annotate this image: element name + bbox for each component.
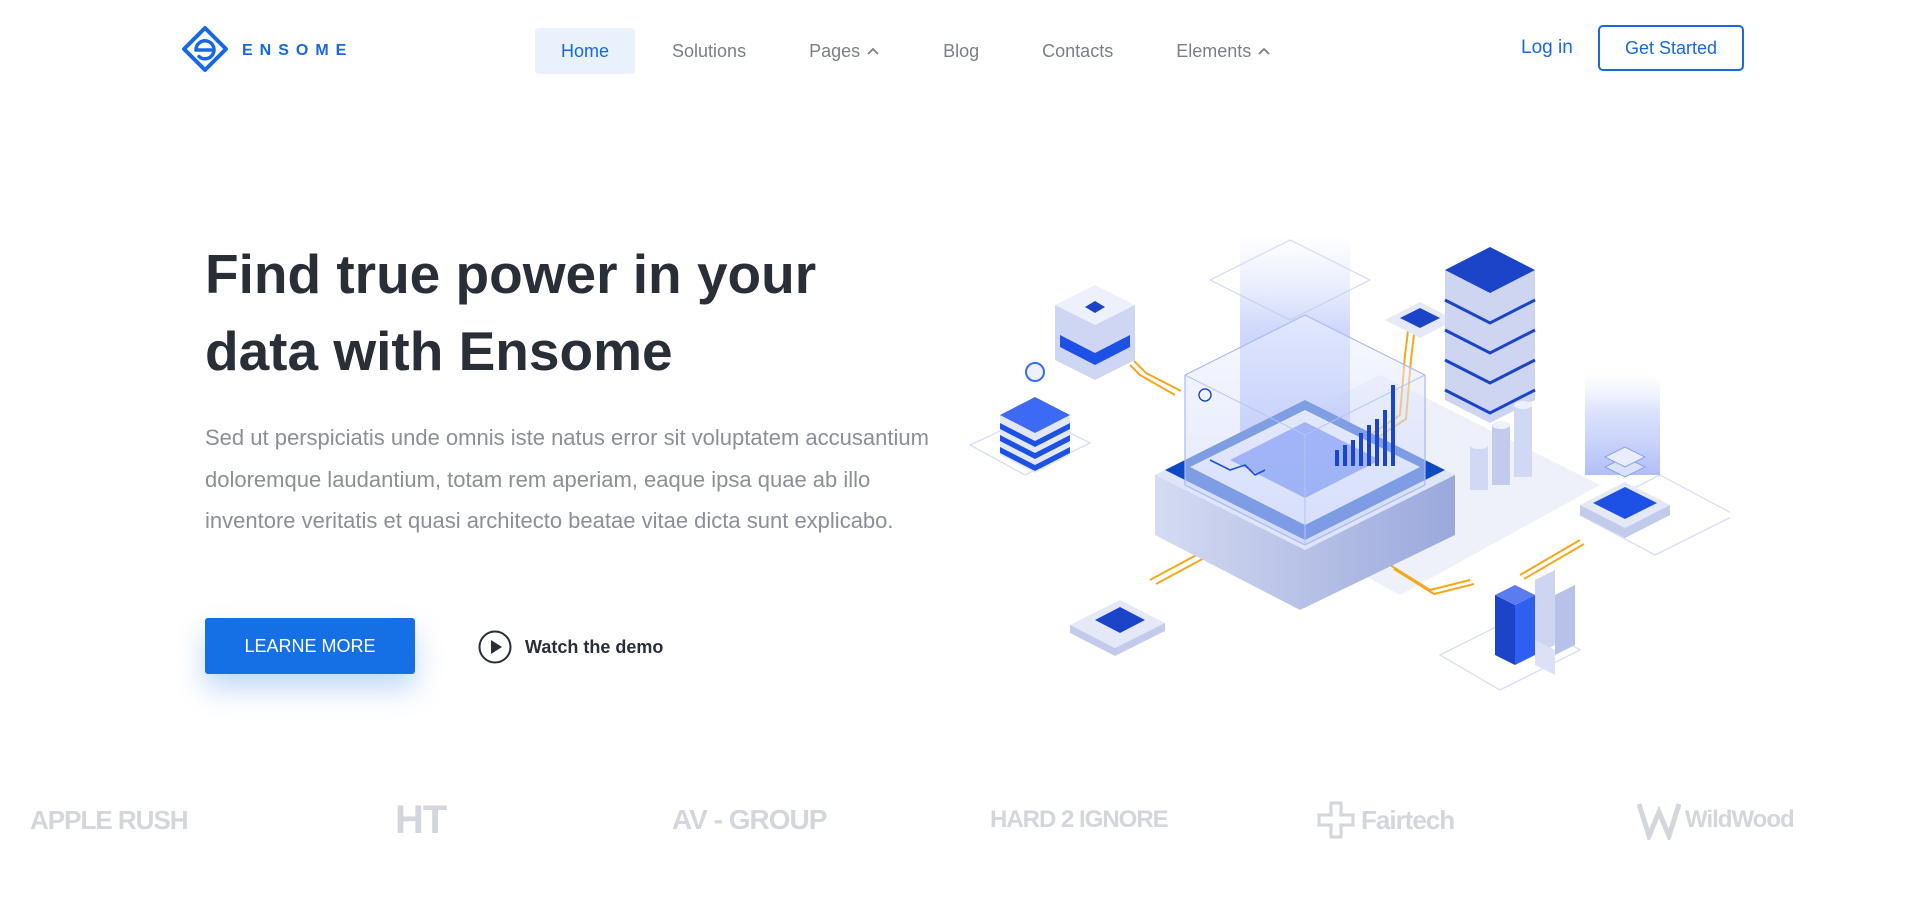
chevron-up-icon	[1258, 47, 1270, 55]
chip-top-right	[1385, 302, 1455, 338]
play-circle-icon	[478, 630, 512, 664]
nav-item-label: Pages	[809, 40, 861, 61]
ensome-logo-icon	[182, 26, 228, 72]
partner-logo-ht: HT	[395, 797, 447, 842]
platform-right	[1580, 375, 1670, 538]
learn-more-button[interactable]: LEARNE MORE	[205, 618, 415, 674]
nav-item-label: Home	[561, 40, 610, 61]
nav-item-label: Contacts	[1042, 40, 1114, 61]
hero-illustration	[968, 235, 1730, 691]
fairtech-cross-icon	[1317, 801, 1355, 839]
nav-item-pages[interactable]: Pages	[783, 28, 906, 74]
chip-bottom-left	[1070, 600, 1165, 656]
database-stack-left	[1000, 362, 1070, 473]
watch-demo-label: Watch the demo	[525, 636, 664, 657]
partner-name: APPLE RUSH	[30, 804, 189, 835]
nav-item-blog[interactable]: Blog	[917, 28, 1005, 74]
bar-blocks	[1495, 570, 1575, 675]
watch-demo-link[interactable]: Watch the demo	[477, 629, 663, 665]
nav-item-contacts[interactable]: Contacts	[1016, 28, 1139, 74]
partner-name: HT	[395, 797, 447, 842]
server-tower	[1444, 247, 1536, 423]
partner-logo-av-group: AV - GROUP	[672, 798, 827, 842]
main-nav: Home Solutions Pages Blog Contacts Eleme…	[535, 28, 1308, 74]
nav-item-label: Solutions	[672, 40, 747, 61]
hero-description: Sed ut perspiciatis unde omnis iste natu…	[205, 425, 929, 533]
site-header: ENSOME Home Solutions Pages Blog Contact…	[0, 0, 1906, 100]
nav-item-elements[interactable]: Elements	[1150, 28, 1297, 74]
partner-name: AV - GROUP	[672, 804, 827, 835]
login-link[interactable]: Log in	[1521, 37, 1573, 59]
partner-logo-fairtech: Fairtech	[1315, 798, 1455, 842]
partner-logo-apple-rush: APPLE RUSH	[30, 798, 189, 842]
partner-name: WildWood	[1685, 806, 1795, 833]
get-started-button[interactable]: Get Started	[1598, 25, 1744, 71]
partner-logo-wildwood: WildWood	[1637, 798, 1795, 842]
brand-logo[interactable]: ENSOME	[178, 24, 353, 78]
nav-item-home[interactable]: Home	[535, 28, 636, 74]
nav-item-label: Blog	[943, 40, 980, 61]
chevron-up-icon	[867, 47, 879, 55]
brand-name: ENSOME	[242, 42, 354, 59]
hero-title-line-2: data with Ensome	[205, 320, 673, 382]
wildwood-w-icon	[1637, 803, 1681, 840]
hero-title: Find true power in your data with Ensome	[205, 236, 925, 390]
partner-logo-hard-2-ignore: HARD 2 IGNORE	[990, 798, 1169, 842]
nav-item-label: Elements	[1176, 40, 1252, 61]
hero-title-line-1: Find true power in your	[205, 243, 817, 305]
server-block-left	[1055, 285, 1135, 380]
partner-logos: APPLE RUSH HT AV - GROUP HARD 2 IGNORE F…	[0, 780, 1906, 860]
partner-name: Fairtech	[1361, 804, 1455, 835]
partner-name: HARD 2 IGNORE	[990, 806, 1169, 833]
nav-item-solutions[interactable]: Solutions	[646, 28, 772, 74]
